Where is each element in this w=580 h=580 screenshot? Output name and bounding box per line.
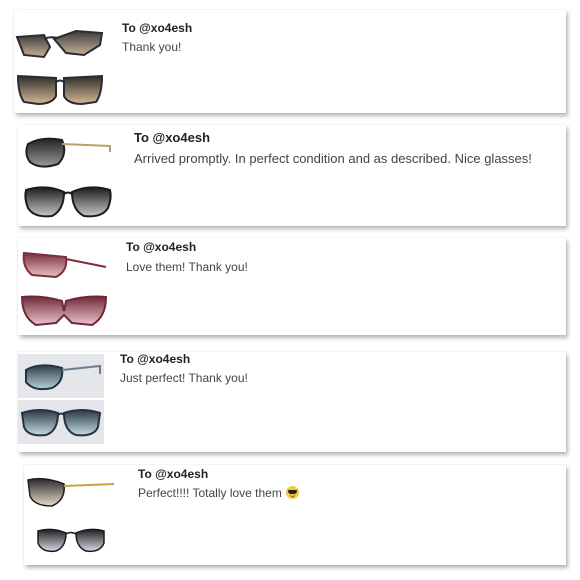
review-recipient: To @xo4esh (120, 352, 191, 366)
review-message: Just perfect! Thank you! (120, 371, 248, 385)
review-images (24, 465, 118, 565)
product-photo-front[interactable] (24, 517, 118, 561)
review-images (18, 352, 104, 452)
product-photo-front[interactable] (14, 68, 106, 110)
review-message: Arrived promptly. In perfect condition a… (134, 151, 532, 166)
product-photo-side[interactable] (18, 354, 104, 398)
review-images (14, 10, 106, 113)
product-photo-front[interactable] (18, 400, 104, 444)
review-card: To @xo4esh Love them! Thank you! (18, 238, 566, 335)
review-message: Love them! Thank you! (126, 260, 248, 274)
product-photo-side[interactable] (22, 131, 114, 175)
review-card: To @xo4esh Thank you! (14, 10, 566, 113)
review-images (18, 238, 110, 335)
smiling-face-with-sunglasses-icon (285, 486, 299, 499)
review-message: Perfect!!!! Totally love them (138, 486, 299, 500)
review-recipient: To @xo4esh (134, 130, 211, 145)
review-card: To @xo4esh Perfect!!!! Totally love them (24, 465, 566, 565)
product-photo-side[interactable] (14, 22, 106, 64)
product-photo-front[interactable] (22, 179, 114, 223)
review-card: To @xo4esh Just perfect! Thank you! (18, 352, 566, 452)
review-recipient: To @xo4esh (122, 21, 193, 35)
review-recipient: To @xo4esh (138, 467, 209, 481)
review-images (22, 125, 114, 226)
review-message: Thank you! (122, 40, 182, 54)
review-recipient: To @xo4esh (126, 240, 197, 254)
product-photo-front[interactable] (18, 288, 110, 332)
review-message-text: Perfect!!!! Totally love them (138, 486, 282, 500)
product-photo-side[interactable] (18, 242, 110, 284)
review-card: To @xo4esh Arrived promptly. In perfect … (18, 125, 566, 226)
product-photo-side[interactable] (24, 469, 118, 513)
